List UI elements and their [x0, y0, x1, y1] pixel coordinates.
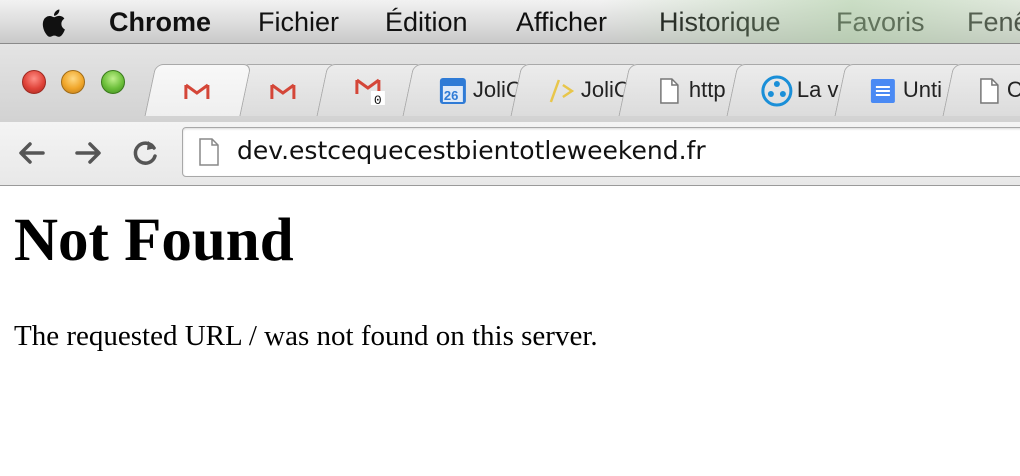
menu-app-chrome[interactable]: Chrome [109, 6, 211, 38]
menu-fenetre[interactable]: Fenêtre [967, 6, 1020, 38]
tab-title: JoliC [472, 77, 519, 102]
menu-favoris[interactable]: Favoris [836, 6, 925, 38]
reload-icon[interactable] [128, 136, 162, 170]
window-minimize-button[interactable] [61, 70, 85, 94]
page-icon [980, 78, 999, 104]
page-icon [660, 78, 679, 104]
back-arrow-icon[interactable] [15, 136, 49, 170]
tab-title: C [1006, 77, 1020, 102]
code-icon [549, 79, 575, 103]
apple-icon[interactable] [38, 6, 72, 40]
window-close-button[interactable] [22, 70, 46, 94]
page-content: Not Found The requested URL / was not fo… [0, 186, 1020, 476]
menu-edition[interactable]: Édition [385, 6, 468, 38]
window-maximize-button[interactable] [101, 70, 125, 94]
menu-afficher[interactable]: Afficher [516, 6, 607, 38]
gmail-unread-icon: 0 [355, 78, 385, 107]
browser-toolbar: dev.estcequecestbientotleweekend.fr [0, 122, 1020, 186]
docs-icon [870, 79, 895, 103]
menu-bar: Chrome Fichier Édition Afficher Historiq… [0, 0, 1020, 44]
calendar-day-badge: 26 [444, 88, 458, 103]
gmail-icon [184, 83, 210, 99]
calendar-icon: 26 [439, 78, 466, 104]
tab-c[interactable]: C [942, 64, 1020, 116]
url-text[interactable]: dev.estcequecestbientotleweekend.fr [237, 136, 706, 165]
gmail-icon [270, 83, 296, 99]
menu-fichier[interactable]: Fichier [258, 6, 339, 38]
tab-gmail-1[interactable] [144, 64, 252, 116]
address-bar[interactable]: dev.estcequecestbientotleweekend.fr [182, 127, 1020, 177]
error-heading: Not Found [14, 207, 294, 274]
forward-arrow-icon[interactable] [71, 136, 105, 170]
tab-title: Unti [902, 77, 943, 102]
circles-icon [761, 75, 793, 107]
tab-title: http [688, 77, 726, 102]
page-icon [199, 138, 219, 166]
tab-title: JoliC [580, 77, 627, 102]
unread-count-badge: 0 [374, 93, 382, 107]
tab-title: La v [796, 77, 839, 102]
error-message: The requested URL / was not found on thi… [14, 320, 598, 352]
menu-historique[interactable]: Historique [659, 6, 781, 38]
tab-strip: 0 26 JoliC JoliC http La v Unti C [0, 44, 1020, 122]
